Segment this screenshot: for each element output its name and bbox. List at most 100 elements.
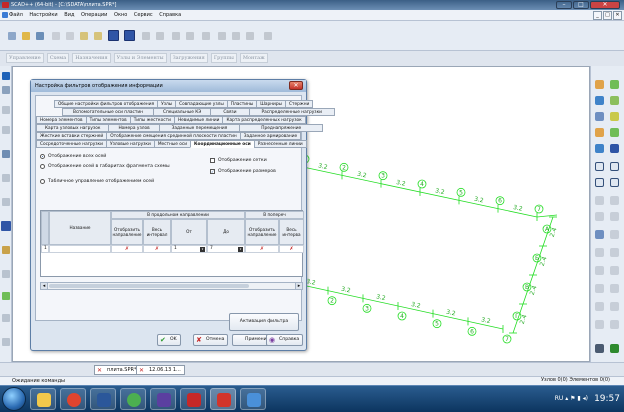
tab-given-reinforcement[interactable]: Заданное армирование xyxy=(239,132,302,140)
tab-spaced-lines[interactable]: Разнесенные линии xyxy=(253,140,307,148)
close-icon[interactable]: ✕ xyxy=(590,1,620,9)
taskbar-torrent[interactable] xyxy=(120,388,146,410)
tab-rigid-inserts[interactable]: Жесткие вставки стержней xyxy=(36,132,108,140)
filter-icon[interactable] xyxy=(1,221,11,231)
tab-bars[interactable]: Стержни xyxy=(284,100,314,108)
tab-distributed-loads[interactable]: Распределенные нагрузки xyxy=(248,108,335,116)
rotate-x-icon[interactable] xyxy=(595,128,604,137)
activate-filter-button[interactable]: Активация фильтра xyxy=(229,313,299,331)
help-button[interactable]: ◉ Справка xyxy=(266,334,304,346)
doc-icon[interactable] xyxy=(232,32,240,40)
mdi-restore-icon[interactable]: □ xyxy=(603,11,612,20)
taskbar-browser[interactable] xyxy=(60,388,86,410)
rotate-y-icon[interactable] xyxy=(610,128,619,137)
doc-tab-plate[interactable]: ✕ плита.SPR* xyxy=(94,365,141,375)
paste-icon[interactable] xyxy=(94,32,102,40)
tab-local-axes[interactable]: Местные оси xyxy=(153,140,192,148)
language-indicator[interactable]: RU xyxy=(555,395,564,402)
menu-help[interactable]: Справка xyxy=(159,12,181,18)
tab-scheme[interactable]: Схема xyxy=(46,53,70,63)
tab-node-numbers[interactable]: Номера узлов xyxy=(108,124,160,132)
axis-icon[interactable] xyxy=(2,150,10,158)
show-fragment-radio[interactable] xyxy=(40,164,45,169)
ruler-icon[interactable] xyxy=(2,314,10,322)
menu-service[interactable]: Сервис xyxy=(134,12,153,18)
row-to-select[interactable]: 7 ▾ xyxy=(207,245,245,253)
dx-left-icon[interactable] xyxy=(595,344,604,353)
table-scrollbar[interactable]: ◂ ▸ xyxy=(40,282,303,290)
tab-groups[interactable]: Группы xyxy=(210,53,237,63)
view-top-icon[interactable] xyxy=(595,96,604,105)
tab-coordination-axes[interactable]: Координационные оси xyxy=(190,140,255,148)
calc-icon[interactable] xyxy=(218,32,226,40)
tab-stiffness-types[interactable]: Типы жесткости xyxy=(129,116,175,124)
grid-toggle-icon[interactable] xyxy=(610,302,619,311)
view-side-icon[interactable] xyxy=(595,112,604,121)
tab-management[interactable]: Управление xyxy=(6,53,44,63)
print-icon[interactable] xyxy=(52,32,60,40)
grid-icon[interactable] xyxy=(172,32,180,40)
redo-view-icon[interactable] xyxy=(610,266,619,275)
scroll-right-icon[interactable]: ▸ xyxy=(295,283,302,289)
taskbar-app1[interactable] xyxy=(150,388,176,410)
move-icon[interactable] xyxy=(2,198,10,206)
tab-hidden-lines[interactable]: Невидимые линии xyxy=(173,116,224,124)
row-whole-interval-2-checkbox[interactable]: ✗ xyxy=(279,245,304,253)
taskbar-scad[interactable] xyxy=(210,388,236,410)
tab-mounting[interactable]: Монтаж xyxy=(239,53,268,63)
scroll-thumb[interactable] xyxy=(49,284,249,288)
scroll-left-icon[interactable]: ◂ xyxy=(41,283,48,289)
taskbar-app2[interactable] xyxy=(240,388,266,410)
ok-button[interactable]: ✔ OK xyxy=(157,334,181,346)
menu-view[interactable]: Вид xyxy=(64,12,74,18)
clock[interactable]: 19:57 xyxy=(594,386,620,412)
menu-operations[interactable]: Операции xyxy=(81,12,107,18)
menu-file[interactable]: Файл xyxy=(9,12,23,18)
tab-links[interactable]: Связи xyxy=(210,108,250,116)
box-top-icon[interactable] xyxy=(610,162,619,171)
undo-view-icon[interactable] xyxy=(595,266,604,275)
tab-coincident-nodes[interactable]: Совпадающие узлы xyxy=(175,100,228,108)
fill-icon[interactable] xyxy=(610,320,619,329)
tab-element-numbers[interactable]: Номера элементов xyxy=(36,116,87,124)
tab-concentrated-loads[interactable]: Сосредоточенные нагрузки xyxy=(36,140,107,148)
shade-icon[interactable] xyxy=(595,196,604,205)
tab-node-load-map[interactable]: Карта узловых нагрузок xyxy=(36,124,110,132)
cube-icon[interactable] xyxy=(2,270,10,278)
cut-plane-icon[interactable] xyxy=(595,302,604,311)
report-icon[interactable] xyxy=(246,32,254,40)
box-iso-icon[interactable] xyxy=(610,178,619,187)
new-file-icon[interactable] xyxy=(8,32,16,40)
row-show-dir-2-checkbox[interactable]: ✗ xyxy=(245,245,279,253)
taskbar-explorer[interactable] xyxy=(30,388,56,410)
cancel-button[interactable]: ✘ Отмена xyxy=(193,334,229,346)
taskbar-word[interactable] xyxy=(90,388,116,410)
paint-icon[interactable] xyxy=(595,80,604,89)
info-icon[interactable] xyxy=(2,292,10,300)
view-front-icon[interactable] xyxy=(610,96,619,105)
pan-icon[interactable] xyxy=(595,248,604,257)
results-icon[interactable] xyxy=(264,32,272,40)
home-icon[interactable] xyxy=(595,320,604,329)
tab-node-loads[interactable]: Узловые нагрузки xyxy=(105,140,155,148)
tab-hinges[interactable]: Шарниры xyxy=(256,100,286,108)
dx-right-icon[interactable] xyxy=(610,344,619,353)
table-icon[interactable] xyxy=(156,32,164,40)
tab-loads[interactable]: Загружения xyxy=(169,53,208,63)
tab-nodes[interactable]: Узлы xyxy=(157,100,177,108)
node-icon[interactable] xyxy=(2,106,10,114)
pointer-icon[interactable] xyxy=(2,72,10,80)
tab-given-displacements[interactable]: Заданные перемещения xyxy=(158,124,241,132)
filter-view-icon[interactable] xyxy=(124,30,135,41)
light-icon[interactable] xyxy=(595,284,604,293)
open-folder-icon[interactable] xyxy=(22,32,30,40)
show-all-radio[interactable] xyxy=(40,154,45,159)
cut-icon[interactable] xyxy=(66,32,74,40)
tab-plate-aux-axes[interactable]: Вспомогательные оси пластин xyxy=(62,108,154,116)
doc-tab-table[interactable]: ✕ 12.06.13 1... xyxy=(136,365,185,375)
select-icon[interactable] xyxy=(2,86,10,94)
brush-icon[interactable] xyxy=(610,80,619,89)
maximize-icon[interactable]: □ xyxy=(573,1,589,9)
check-icon[interactable] xyxy=(202,32,210,40)
layers-icon[interactable] xyxy=(142,32,150,40)
